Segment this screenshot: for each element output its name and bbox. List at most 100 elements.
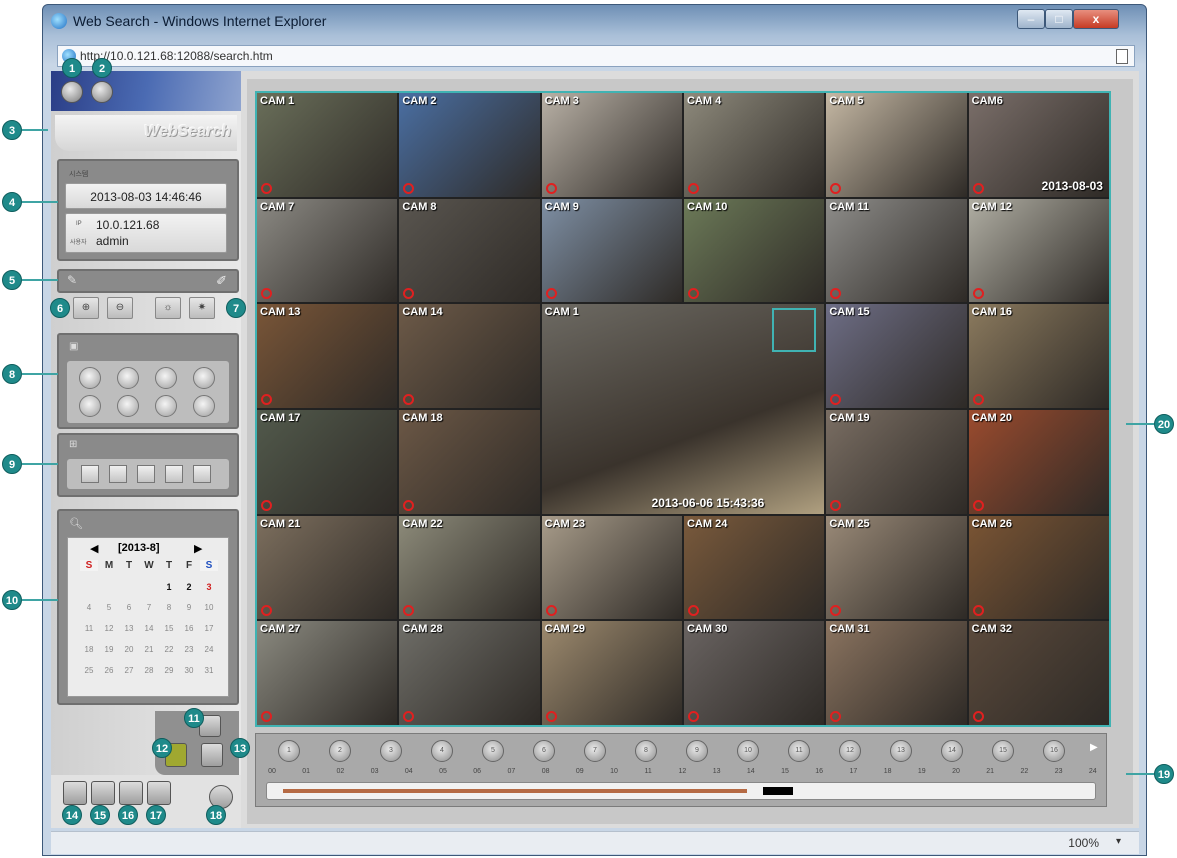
search-mode-button[interactable] bbox=[91, 81, 113, 103]
camera-tile[interactable]: CAM 28 bbox=[399, 621, 540, 725]
camera-tile[interactable]: CAM 22 bbox=[399, 515, 540, 620]
zoom-dropdown-icon[interactable]: ▾ bbox=[1116, 836, 1121, 847]
calendar-day[interactable]: 3 bbox=[200, 582, 218, 592]
layout-9-button[interactable] bbox=[137, 465, 155, 483]
calendar-day[interactable]: 22 bbox=[160, 645, 178, 654]
brightness-up-button[interactable]: ✷ bbox=[189, 297, 215, 319]
camera-tile[interactable]: CAM 27 bbox=[257, 621, 398, 725]
camera-tile[interactable]: CAM 32 bbox=[968, 621, 1109, 725]
step-back-button[interactable] bbox=[79, 395, 101, 417]
camera-tile[interactable]: CAM 18 bbox=[399, 409, 540, 514]
zoom-in-button[interactable]: ⊕ bbox=[73, 297, 99, 319]
calendar-day[interactable]: 8 bbox=[160, 603, 178, 612]
info-icon[interactable] bbox=[147, 781, 171, 805]
calendar-day[interactable]: 25 bbox=[80, 666, 98, 675]
camera-tile[interactable]: CAM 15 bbox=[826, 304, 967, 408]
close-button[interactable]: x bbox=[1073, 9, 1119, 29]
camera-tile[interactable]: CAM 24 bbox=[683, 515, 825, 620]
layout-32-button[interactable] bbox=[193, 465, 211, 483]
calendar-day[interactable]: 27 bbox=[120, 666, 138, 675]
camera-tile[interactable]: CAM 29 bbox=[541, 621, 682, 725]
calendar-day[interactable]: 17 bbox=[200, 624, 218, 633]
layout-4-button[interactable] bbox=[109, 465, 127, 483]
zoom-level[interactable]: 100% bbox=[1068, 836, 1099, 850]
pen-icon[interactable]: ✐ bbox=[216, 273, 227, 289]
channel-button[interactable]: 2 bbox=[329, 740, 351, 762]
person-event-icon[interactable] bbox=[201, 743, 223, 767]
calendar-day[interactable]: 21 bbox=[140, 645, 158, 654]
calendar-day[interactable]: 9 bbox=[180, 603, 198, 612]
channel-button[interactable]: 6 bbox=[533, 740, 555, 762]
timeline-track[interactable] bbox=[266, 782, 1096, 800]
channel-button[interactable]: 1 bbox=[278, 740, 300, 762]
calendar-day[interactable]: 28 bbox=[140, 666, 158, 675]
camera-tile[interactable]: CAM 19 bbox=[826, 409, 967, 514]
camera-tile[interactable]: CAM 9 bbox=[541, 198, 682, 303]
channel-button[interactable]: 4 bbox=[431, 740, 453, 762]
capture-icon[interactable]: ✎ bbox=[67, 273, 77, 287]
camera-tile[interactable]: CAM 11 bbox=[826, 198, 967, 303]
next-month-button[interactable]: ▶ bbox=[194, 542, 202, 555]
camera-tile[interactable]: CAM 20 bbox=[968, 409, 1109, 514]
save-image-icon[interactable] bbox=[119, 781, 143, 805]
calendar-day[interactable]: 30 bbox=[180, 666, 198, 675]
print-icon[interactable] bbox=[91, 781, 115, 805]
prev-month-button[interactable]: ◀ bbox=[90, 542, 98, 555]
minimize-button[interactable]: – bbox=[1017, 9, 1045, 29]
camera-tile[interactable]: CAM 2 bbox=[399, 93, 540, 197]
next-channels-button[interactable]: ▶ bbox=[1090, 742, 1098, 753]
fast-rewind-button[interactable] bbox=[79, 367, 101, 389]
zoom-out-button[interactable]: ⊖ bbox=[107, 297, 133, 319]
camera-tile[interactable]: CAM 25 bbox=[826, 515, 967, 620]
calendar-day[interactable]: 18 bbox=[80, 645, 98, 654]
maximize-button[interactable]: □ bbox=[1045, 9, 1073, 29]
step-forward-button[interactable] bbox=[155, 395, 177, 417]
calendar-day[interactable]: 31 bbox=[200, 666, 218, 675]
backup-icon[interactable] bbox=[63, 781, 87, 805]
channel-button[interactable]: 9 bbox=[686, 740, 708, 762]
camera-tile[interactable]: CAM 4 bbox=[683, 93, 825, 197]
layout-1-button[interactable] bbox=[81, 465, 99, 483]
channel-button[interactable]: 13 bbox=[890, 740, 912, 762]
channel-button[interactable]: 10 bbox=[737, 740, 759, 762]
channel-button[interactable]: 7 bbox=[584, 740, 606, 762]
calendar-day[interactable]: 10 bbox=[200, 603, 218, 612]
channel-button[interactable]: 16 bbox=[1043, 740, 1065, 762]
calendar-day[interactable]: 7 bbox=[140, 603, 158, 612]
timeline-cursor[interactable] bbox=[763, 787, 793, 795]
rewind-button[interactable] bbox=[117, 367, 139, 389]
camera-tile[interactable]: CAM 16 bbox=[968, 304, 1109, 408]
camera-tile[interactable]: CAM 14 bbox=[399, 304, 540, 408]
camera-tile[interactable]: CAM 17 bbox=[257, 409, 398, 514]
channel-button[interactable]: 5 bbox=[482, 740, 504, 762]
calendar-day[interactable]: 16 bbox=[180, 624, 198, 633]
address-bar[interactable]: http://10.0.121.68:12088/search.htm bbox=[57, 45, 1135, 67]
play-button[interactable] bbox=[155, 367, 177, 389]
calendar-day[interactable]: 24 bbox=[200, 645, 218, 654]
camera-tile[interactable]: CAM 31 bbox=[826, 621, 967, 725]
camera-tile[interactable]: CAM 10 bbox=[683, 198, 825, 303]
enlarged-camera-tile[interactable]: CAM 1 2013-06-06 15:43:36 bbox=[541, 304, 825, 514]
camera-tile[interactable]: CAM 5 bbox=[826, 93, 967, 197]
camera-tile[interactable]: CAM6 2013-08-03 bbox=[968, 93, 1109, 197]
calendar-day[interactable]: 19 bbox=[100, 645, 118, 654]
calendar-day[interactable]: 4 bbox=[80, 603, 98, 612]
calendar-day[interactable]: 26 bbox=[100, 666, 118, 675]
calendar-day[interactable]: 6 bbox=[120, 603, 138, 612]
camera-tile[interactable]: CAM 8 bbox=[399, 198, 540, 303]
fast-forward-button[interactable] bbox=[193, 367, 215, 389]
calendar-day[interactable]: 11 bbox=[80, 624, 98, 633]
layout-16-button[interactable] bbox=[165, 465, 183, 483]
live-mode-button[interactable] bbox=[61, 81, 83, 103]
camera-tile[interactable]: CAM 21 bbox=[257, 515, 398, 620]
calendar-day[interactable]: 12 bbox=[100, 624, 118, 633]
calendar-day[interactable]: 14 bbox=[140, 624, 158, 633]
channel-button[interactable]: 12 bbox=[839, 740, 861, 762]
pause-button[interactable] bbox=[117, 395, 139, 417]
camera-tile[interactable]: CAM 30 bbox=[683, 621, 825, 725]
camera-tile[interactable]: CAM 1 bbox=[257, 93, 398, 197]
brightness-down-button[interactable]: ☼ bbox=[155, 297, 181, 319]
zoom-region-box[interactable] bbox=[772, 308, 817, 353]
calendar-day[interactable]: 15 bbox=[160, 624, 178, 633]
channel-button[interactable]: 8 bbox=[635, 740, 657, 762]
